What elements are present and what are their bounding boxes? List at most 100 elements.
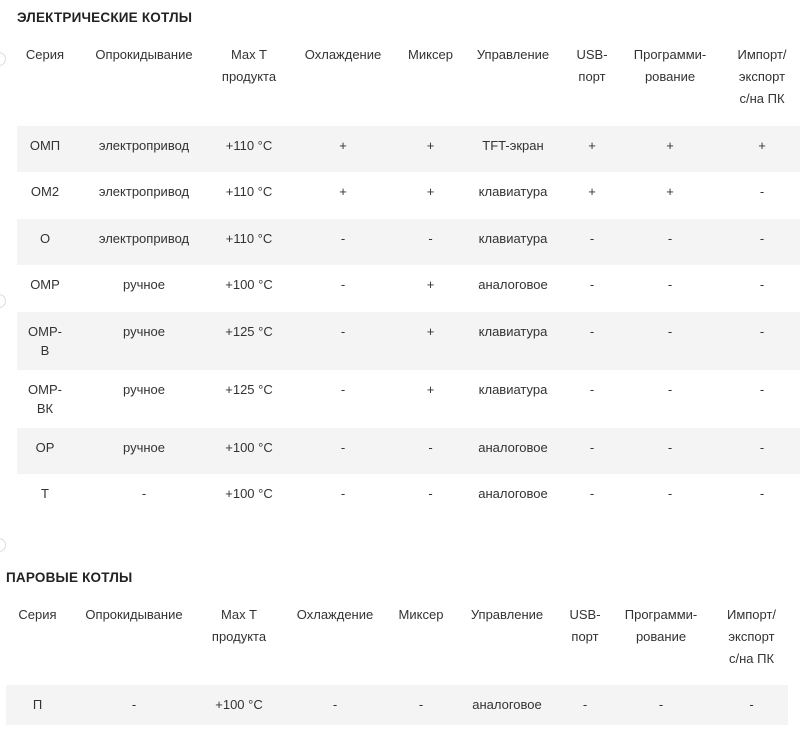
table-cell: - [340, 382, 346, 397]
table-cell: + [283, 126, 403, 172]
table-cell: - [403, 219, 458, 265]
table-row: Оэлектропривод +110 °С - - клавиатура - - - [17, 219, 800, 265]
table-cell: + [616, 126, 724, 172]
header-cell: Импорт/ экспорт с/на ПК [726, 607, 777, 666]
table-row: ОМ2 электропривод +110 °С + + клавиатура + + - [17, 172, 800, 219]
table-row: ОР ручное +100 °С - - аналоговое - - - [17, 428, 800, 474]
table-cell: ручное [123, 382, 165, 397]
table-row: ОМР- ВК ручное +125 °С - + клавиатура - - - [17, 370, 800, 428]
table-cell: - [724, 312, 800, 370]
table-cell: - [279, 685, 391, 725]
table-cell: - [563, 685, 607, 725]
table-cell: - [724, 219, 800, 265]
table-cell: - [589, 277, 595, 292]
series-cell: ОМР [30, 277, 60, 292]
table-cell: аналоговое [458, 428, 568, 474]
table-cell: - [403, 428, 458, 474]
table-cell: - [759, 486, 765, 501]
header-cell: USB- порт [576, 47, 608, 84]
table-cell: - [428, 486, 433, 501]
header-cell: Импорт/ экспорт с/на ПК [737, 47, 787, 106]
table-cell: - [759, 184, 765, 199]
header-cell: Программи- рование [633, 47, 707, 84]
table-cell: - [589, 382, 595, 397]
header-cell: Опрокидывание [95, 47, 193, 62]
table-cell: +110 °С [215, 219, 283, 265]
series-cell: П [6, 685, 69, 725]
table-cell: - [391, 685, 451, 725]
table-cell: электропривод [73, 219, 215, 265]
table-cell: аналоговое [478, 486, 548, 501]
header-cell: Миксер [408, 47, 453, 62]
table-cell: клавиатура [458, 219, 568, 265]
table-cell: - [568, 219, 616, 265]
table-row: ОМР ручное +100 °С - + аналоговое - - - [17, 265, 800, 312]
table-cell: - [340, 277, 346, 292]
series-cell: ОМР- ВК [28, 382, 62, 416]
table-cell: +110 °С [225, 184, 273, 199]
table-cell: - [667, 277, 673, 292]
table-cell: TFT-экран [458, 126, 568, 172]
table-cell: - [759, 382, 765, 397]
header-cell: Управление [470, 607, 544, 622]
table-cell: - [340, 486, 346, 501]
table-cell: + [724, 126, 800, 172]
series-cell: ОМП [17, 126, 73, 172]
header-cell: Max T продукта [211, 607, 267, 644]
table-cell: +110 °С [215, 126, 283, 172]
table-cell: ручное [73, 312, 215, 370]
header-cell: Миксер [398, 607, 444, 622]
table-cell: + [339, 184, 347, 199]
table-cell: +100 °С [225, 486, 273, 501]
table-cell: + [666, 184, 674, 199]
series-cell: Т [41, 486, 49, 501]
table-cell: + [568, 126, 616, 172]
table-cell: + [426, 277, 435, 292]
table-cell: - [568, 428, 616, 474]
series-cell: ОР [17, 428, 73, 474]
table-cell: + [426, 184, 435, 199]
table-cell: клавиатура [458, 312, 568, 370]
header-cell: USB- порт [569, 607, 601, 644]
steam-section-title: ПАРОВЫЕ КОТЛЫ [6, 570, 133, 585]
series-cell: О [17, 219, 73, 265]
table-cell: - [589, 486, 595, 501]
table-cell: + [403, 312, 458, 370]
header-cell: Программи- рование [624, 607, 698, 644]
electric-section-title: ЭЛЕКТРИЧЕСКИЕ КОТЛЫ [17, 10, 193, 25]
header-cell: Охлаждение [304, 47, 382, 62]
table-cell: электропривод [73, 126, 215, 172]
table-cell: - [616, 312, 724, 370]
table-header-row: Серия Опрокидывание Max T продукта Охлаж… [6, 604, 788, 685]
table-row: П - +100 °С - - аналоговое - - - [6, 685, 788, 725]
table-cell: - [283, 219, 403, 265]
table-cell: клавиатура [478, 382, 548, 397]
series-cell: ОМР- В [17, 312, 73, 370]
table-cell: ручное [123, 277, 165, 292]
table-cell: +125 °С [225, 382, 273, 397]
edge-circle-decoration [0, 538, 6, 552]
table-header-row: Серия Опрокидывание Max T продукта Охлаж… [17, 44, 800, 126]
table-cell: +100 °С [215, 428, 283, 474]
table-cell: + [403, 126, 458, 172]
edge-circle-decoration [0, 294, 6, 308]
header-cell: Max T продукта [221, 47, 277, 84]
table-cell: - [141, 486, 147, 501]
steam-boilers-table: Серия Опрокидывание Max T продукта Охлаж… [6, 604, 788, 725]
header-cell: Управление [476, 47, 550, 62]
electric-boilers-table: Серия Опрокидывание Max T продукта Охлаж… [17, 44, 800, 521]
table-cell: клавиатура [478, 184, 548, 199]
series-cell: ОМ2 [30, 184, 60, 199]
table-cell: - [283, 312, 403, 370]
table-row: ОМП электропривод +110 °С + + TFT-экран + + + [17, 126, 800, 172]
table-cell: +100 °С [225, 277, 273, 292]
table-cell: электропривод [98, 184, 190, 199]
table-cell: аналоговое [478, 277, 548, 292]
header-cell: Серия [18, 607, 57, 622]
table-cell: - [724, 428, 800, 474]
table-cell: - [69, 685, 199, 725]
header-cell: Серия [25, 47, 65, 62]
table-cell: - [607, 685, 715, 725]
table-cell: - [715, 685, 788, 725]
table-cell: + [588, 184, 596, 199]
